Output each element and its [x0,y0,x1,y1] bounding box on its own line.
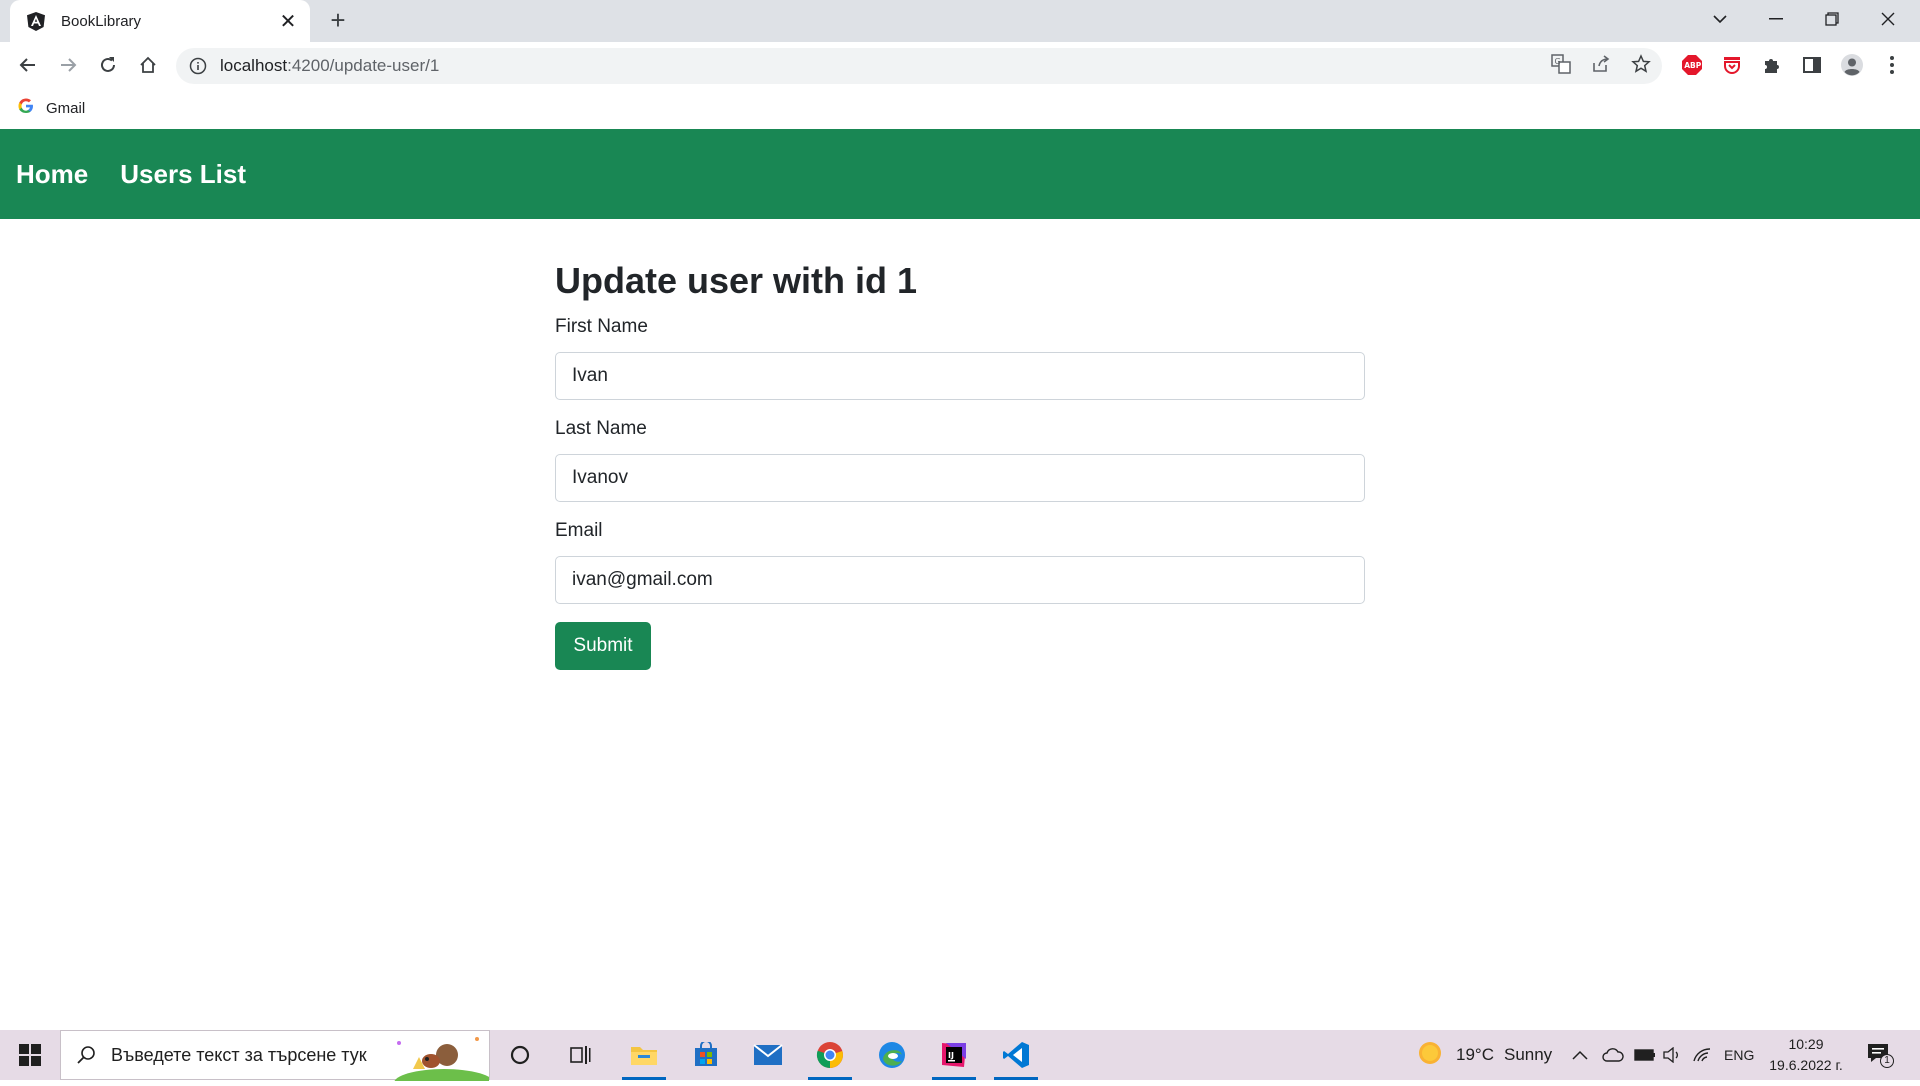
email-group: Email ivan@gmail.com [555,520,1365,604]
tab-close-icon[interactable]: ✕ [274,7,302,35]
browser-toolbar: localhost:4200/update-user/1 G ABP [0,42,1920,88]
clock-time: 10:29 [1788,1036,1824,1052]
edge-icon[interactable] [866,1030,918,1080]
minimize-icon[interactable] [1748,0,1804,38]
clock[interactable]: 10:29 19.6.2022 г. [1764,1034,1848,1076]
tab-search-chevron-icon[interactable] [1692,0,1748,38]
address-url: localhost:4200/update-user/1 [220,56,439,76]
first-name-group: First Name Ivan [555,316,1365,400]
windows-start-icon[interactable] [0,1030,60,1080]
onedrive-cloud-icon[interactable] [1602,1030,1624,1080]
translate-icon[interactable]: G [1548,51,1574,77]
sun-icon [1418,1041,1442,1070]
weather-widget[interactable]: 19°C Sunny [1418,1030,1552,1080]
bookmark-gmail[interactable]: Gmail [18,96,85,120]
bookmark-label: Gmail [46,99,86,117]
input-language[interactable]: ENG [1724,1030,1754,1080]
back-icon[interactable] [12,49,44,81]
browser-menu-icon[interactable] [1876,49,1908,81]
battery-icon[interactable] [1634,1030,1656,1080]
nav-link-users-list[interactable]: Users List [120,159,246,190]
home-icon[interactable] [132,49,164,81]
mail-icon[interactable] [742,1030,794,1080]
browser-tab[interactable]: BookLibrary ✕ [10,0,310,42]
submit-button[interactable]: Submit [555,622,651,670]
extensions-puzzle-icon[interactable] [1756,49,1788,81]
pocket-extension-icon[interactable] [1716,49,1748,81]
email-input[interactable]: ivan@gmail.com [555,556,1365,604]
last-name-label: Last Name [555,418,647,439]
svg-text:ABP: ABP [1684,61,1702,70]
clock-date: 19.6.2022 г. [1769,1057,1843,1073]
intellij-idea-icon[interactable]: IJ [928,1030,980,1080]
svg-text:IJ: IJ [948,1051,954,1060]
weather-temperature: 19°C [1456,1045,1494,1064]
search-icon [61,1045,111,1065]
restore-icon[interactable] [1804,0,1860,38]
google-g-icon [18,98,34,118]
bookmark-star-icon[interactable] [1628,51,1654,77]
site-info-icon[interactable] [188,56,208,76]
show-hidden-icons-icon[interactable] [1572,1030,1588,1080]
browser-tabstrip: BookLibrary ✕ + [0,0,1920,42]
volume-icon[interactable] [1662,1030,1682,1080]
tab-title: BookLibrary [61,12,142,30]
search-highlight-illustration-icon [389,1031,494,1086]
windows-taskbar: Въведете текст за търсене тук IJ 19°C Su… [0,1030,1920,1086]
task-view-icon[interactable] [554,1030,606,1080]
profile-avatar-icon[interactable] [1836,49,1868,81]
update-user-form: Update user with id 1 First Name Ivan La… [555,260,1365,670]
email-label: Email [555,520,603,541]
last-name-group: Last Name Ivanov [555,418,1365,502]
app-navbar: Home Users List [0,129,1920,219]
search-placeholder: Въведете текст за търсене тук [111,1044,367,1065]
close-window-icon[interactable] [1860,0,1916,38]
last-name-input[interactable]: Ivanov [555,454,1365,502]
first-name-input[interactable]: Ivan [555,352,1365,400]
nav-link-home[interactable]: Home [16,159,88,190]
cortana-icon[interactable] [494,1030,546,1080]
share-icon[interactable] [1588,51,1614,77]
adblock-plus-icon[interactable]: ABP [1676,49,1708,81]
new-tab-button[interactable]: + [324,5,352,35]
svg-text:G: G [1555,57,1561,66]
address-bar[interactable]: localhost:4200/update-user/1 [176,48,1662,84]
taskbar-search-box[interactable]: Въведете текст за търсене тук [60,1030,494,1086]
chrome-icon[interactable] [804,1030,856,1080]
weather-condition: Sunny [1503,1045,1553,1064]
angular-favicon-icon [26,11,46,31]
url-path: :4200/update-user/1 [287,56,440,75]
vscode-icon[interactable] [990,1030,1042,1080]
first-name-label: First Name [555,316,648,337]
microsoft-store-icon[interactable] [680,1030,732,1080]
url-host: localhost [220,56,288,75]
wifi-icon[interactable] [1692,1030,1712,1080]
forward-icon[interactable] [52,49,84,81]
bookmarks-bar: Gmail [0,88,1920,128]
file-explorer-icon[interactable] [618,1030,670,1080]
notifications-icon[interactable]: 1 [1866,1030,1894,1080]
page-title: Update user with id 1 [555,260,918,301]
reload-icon[interactable] [92,49,124,81]
notification-count-badge: 1 [1880,1054,1894,1068]
side-panel-icon[interactable] [1796,49,1828,81]
